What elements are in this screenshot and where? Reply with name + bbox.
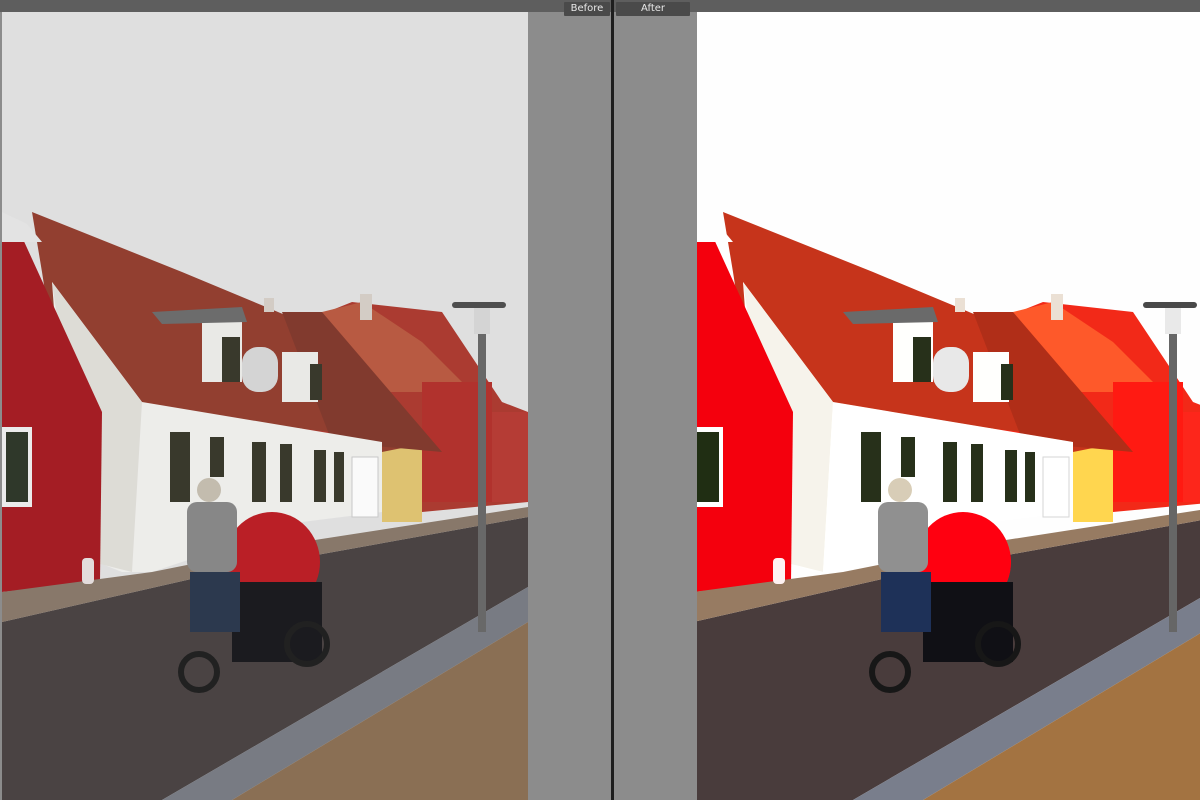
after-label: After: [616, 2, 690, 16]
before-image-pane[interactable]: [2, 12, 528, 800]
before-photo: [2, 12, 528, 800]
street-photo: [2, 12, 528, 800]
before-label: Before: [564, 2, 610, 16]
compare-divider[interactable]: [611, 0, 614, 800]
after-photo: [697, 12, 1200, 800]
street-photo: [697, 12, 1200, 800]
after-image-pane[interactable]: [697, 12, 1200, 800]
